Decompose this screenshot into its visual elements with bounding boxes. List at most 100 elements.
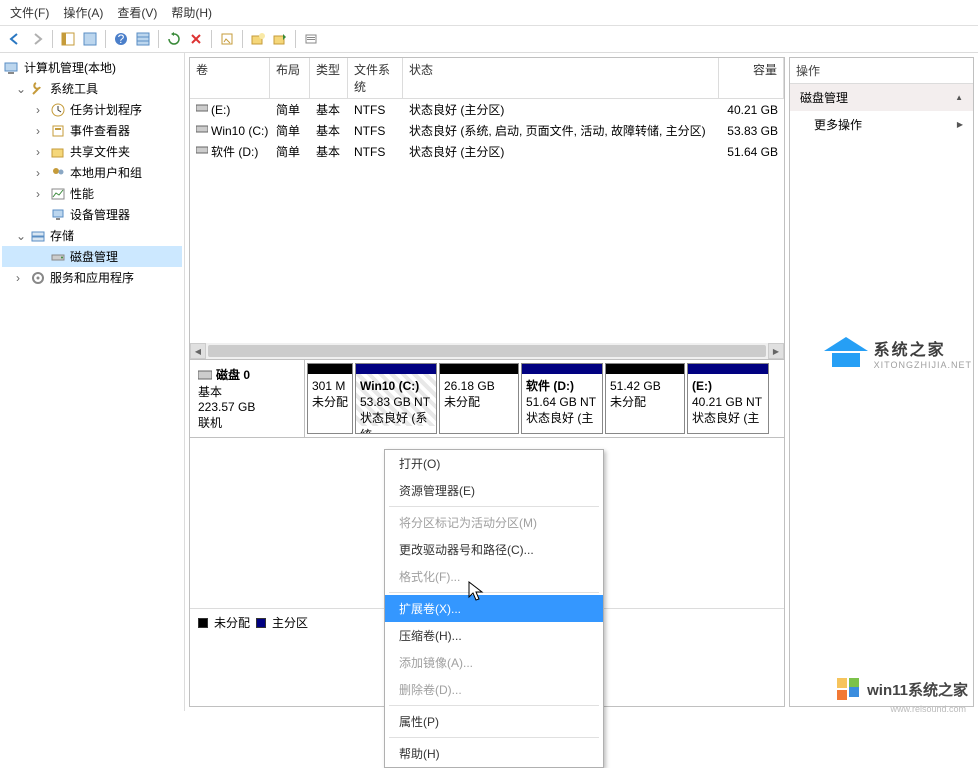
scroll-right-icon[interactable]: ▶ bbox=[768, 343, 784, 359]
context-menu: 打开(O) 资源管理器(E) 将分区标记为活动分区(M) 更改驱动器号和路径(C… bbox=[384, 449, 604, 768]
expand-icon[interactable]: › bbox=[16, 271, 26, 285]
show-hide-tree-button[interactable] bbox=[58, 29, 78, 49]
expand-icon[interactable]: › bbox=[36, 187, 46, 201]
tree-system-tools[interactable]: ⌄ 系统工具 bbox=[2, 78, 182, 99]
cancel-icon[interactable] bbox=[186, 29, 206, 49]
tree-event-viewer[interactable]: › 事件查看器 bbox=[2, 120, 182, 141]
disk-segment[interactable]: 51.42 GB未分配 bbox=[605, 363, 685, 434]
disk-icon bbox=[198, 369, 212, 381]
tree-root-label: 计算机管理(本地) bbox=[24, 59, 116, 76]
ctx-change-drive-letter[interactable]: 更改驱动器号和路径(C)... bbox=[385, 536, 603, 563]
svg-text:?: ? bbox=[118, 32, 125, 46]
ctx-delete-volume: 删除卷(D)... bbox=[385, 676, 603, 703]
horizontal-scrollbar[interactable]: ◀ ▶ bbox=[190, 343, 784, 359]
clock-icon bbox=[50, 102, 66, 118]
volume-row[interactable]: Win10 (C:)简单基本NTFS状态良好 (系统, 启动, 页面文件, 活动… bbox=[190, 120, 784, 141]
tree-storage[interactable]: ⌄ 存储 bbox=[2, 225, 182, 246]
view-list-button[interactable] bbox=[133, 29, 153, 49]
help-icon[interactable]: ? bbox=[111, 29, 131, 49]
new-volume-icon[interactable] bbox=[248, 29, 268, 49]
segment-body: 51.42 GB未分配 bbox=[606, 374, 684, 426]
ctx-open[interactable]: 打开(O) bbox=[385, 450, 603, 477]
segment-body: 301 M未分配 bbox=[308, 374, 352, 426]
settings-icon[interactable] bbox=[301, 29, 321, 49]
tree-device-manager[interactable]: 设备管理器 bbox=[2, 204, 182, 225]
ctx-shrink-volume[interactable]: 压缩卷(H)... bbox=[385, 622, 603, 649]
volume-status: 状态良好 (主分区) bbox=[403, 99, 719, 120]
volume-row[interactable]: (E:)简单基本NTFS状态良好 (主分区)40.21 GB bbox=[190, 99, 784, 120]
attach-vhd-icon[interactable] bbox=[270, 29, 290, 49]
disk-segment[interactable]: 软件 (D:)51.64 GB NT状态良好 (主 bbox=[521, 363, 603, 434]
submenu-icon: ▶ bbox=[957, 120, 963, 129]
expand-icon[interactable]: ⌄ bbox=[16, 229, 26, 243]
actions-disk-management[interactable]: 磁盘管理 ▲ bbox=[790, 84, 973, 111]
device-icon bbox=[50, 207, 66, 223]
users-icon bbox=[50, 165, 66, 181]
expand-icon[interactable]: › bbox=[36, 166, 46, 180]
col-filesystem[interactable]: 文件系统 bbox=[348, 58, 403, 98]
watermark-title: 系统之家 bbox=[874, 336, 972, 360]
col-layout[interactable]: 布局 bbox=[270, 58, 310, 98]
label: 设备管理器 bbox=[70, 206, 130, 223]
disk-segment[interactable]: Win10 (C:)53.83 GB NT状态良好 (系统 bbox=[355, 363, 437, 434]
performance-icon bbox=[50, 186, 66, 202]
disk-segment[interactable]: 26.18 GB未分配 bbox=[439, 363, 519, 434]
menu-view[interactable]: 查看(V) bbox=[117, 4, 157, 21]
tree-shared-folders[interactable]: › 共享文件夹 bbox=[2, 141, 182, 162]
col-capacity[interactable]: 容量 bbox=[719, 58, 784, 98]
tree-services[interactable]: › 服务和应用程序 bbox=[2, 267, 182, 288]
volume-fs: NTFS bbox=[348, 122, 403, 140]
tree-root[interactable]: 计算机管理(本地) bbox=[2, 57, 182, 78]
folder-share-icon bbox=[50, 144, 66, 160]
watermark-url: www.relsound.com bbox=[890, 704, 966, 714]
ctx-properties[interactable]: 属性(P) bbox=[385, 708, 603, 735]
expand-icon[interactable]: ⌄ bbox=[16, 82, 26, 96]
label: 存储 bbox=[50, 227, 74, 244]
forward-button[interactable] bbox=[27, 29, 47, 49]
tree-task-scheduler[interactable]: › 任务计划程序 bbox=[2, 99, 182, 120]
refresh-button[interactable] bbox=[164, 29, 184, 49]
volume-name: 软件 (D:) bbox=[211, 145, 258, 159]
expand-icon[interactable]: › bbox=[36, 124, 46, 138]
ctx-explorer[interactable]: 资源管理器(E) bbox=[385, 477, 603, 504]
expand-icon[interactable]: › bbox=[36, 103, 46, 117]
col-type[interactable]: 类型 bbox=[310, 58, 348, 98]
volume-capacity: 53.83 GB bbox=[719, 122, 784, 140]
scroll-thumb[interactable] bbox=[208, 345, 766, 357]
ctx-help[interactable]: 帮助(H) bbox=[385, 740, 603, 767]
volume-type: 基本 bbox=[310, 141, 348, 162]
volume-type: 基本 bbox=[310, 120, 348, 141]
ctx-extend-volume[interactable]: 扩展卷(X)... bbox=[385, 595, 603, 622]
menu-help[interactable]: 帮助(H) bbox=[171, 4, 212, 21]
disk-segment[interactable]: 301 M未分配 bbox=[307, 363, 353, 434]
disk-type: 基本 bbox=[198, 383, 296, 400]
show-hide-actions-button[interactable] bbox=[80, 29, 100, 49]
tree-local-users[interactable]: › 本地用户和组 bbox=[2, 162, 182, 183]
label: 磁盘管理 bbox=[800, 89, 848, 106]
legend-primary: 主分区 bbox=[272, 614, 308, 631]
col-status[interactable]: 状态 bbox=[403, 58, 719, 98]
col-volume[interactable]: 卷 bbox=[190, 58, 270, 98]
properties-icon[interactable] bbox=[217, 29, 237, 49]
back-button[interactable] bbox=[5, 29, 25, 49]
label: 系统工具 bbox=[50, 80, 98, 97]
actions-more[interactable]: 更多操作 ▶ bbox=[790, 111, 973, 138]
volume-list: 卷 布局 类型 文件系统 状态 容量 (E:)简单基本NTFS状态良好 (主分区… bbox=[190, 58, 784, 360]
segment-body: Win10 (C:)53.83 GB NT状态良好 (系统 bbox=[356, 374, 436, 426]
services-icon bbox=[30, 270, 46, 286]
expand-icon[interactable]: › bbox=[36, 145, 46, 159]
ctx-add-mirror: 添加镜像(A)... bbox=[385, 649, 603, 676]
segment-header bbox=[688, 364, 768, 374]
menu-action[interactable]: 操作(A) bbox=[63, 4, 103, 21]
scroll-left-icon[interactable]: ◀ bbox=[190, 343, 206, 359]
disk-segment[interactable]: (E:)40.21 GB NT状态良好 (主 bbox=[687, 363, 769, 434]
menu-file[interactable]: 文件(F) bbox=[10, 4, 49, 21]
drive-icon bbox=[196, 144, 208, 156]
tree-performance[interactable]: › 性能 bbox=[2, 183, 182, 204]
label: 性能 bbox=[70, 185, 94, 202]
collapse-icon: ▲ bbox=[955, 93, 963, 102]
tools-icon bbox=[30, 81, 46, 97]
disk-label[interactable]: 磁盘 0 基本 223.57 GB 联机 bbox=[190, 360, 305, 437]
volume-row[interactable]: 软件 (D:)简单基本NTFS状态良好 (主分区)51.64 GB bbox=[190, 141, 784, 162]
tree-disk-management[interactable]: 磁盘管理 bbox=[2, 246, 182, 267]
